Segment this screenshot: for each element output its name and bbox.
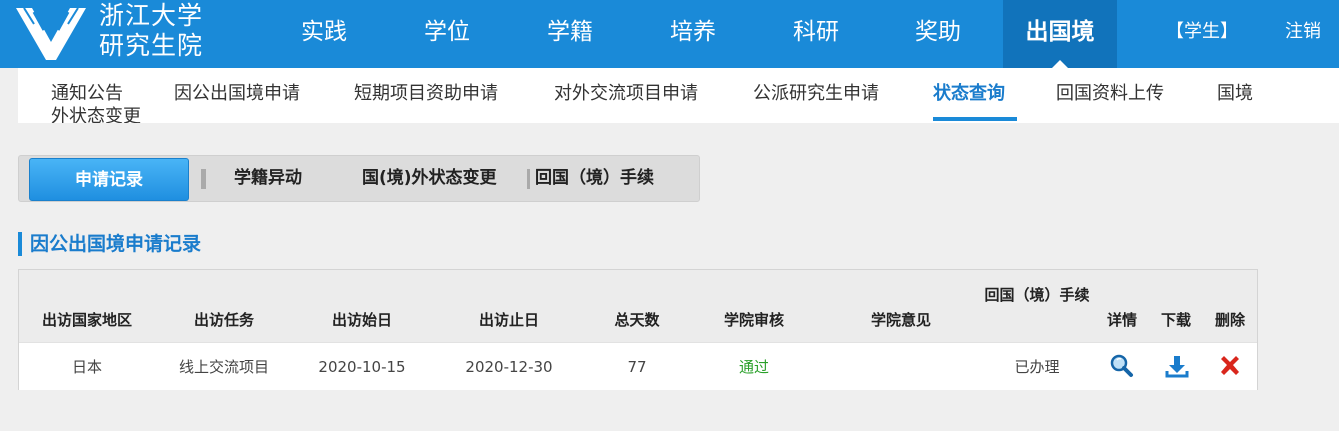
- header-total-days: 总天数: [614, 311, 660, 329]
- cell-country: 日本: [71, 358, 102, 376]
- nav-abroad-label: 出国境: [1025, 19, 1095, 45]
- table-header: 出访国家地区 出访任务 出访始日 出访止日 总天数 学院审核 学院意见 回国（境…: [19, 270, 1257, 342]
- close-icon[interactable]: [1217, 353, 1243, 379]
- nav-degree[interactable]: 学位: [405, 0, 489, 68]
- table-row: 日本 线上交流项目 2020-10-15 2020-12-30 77 通过 已办…: [19, 342, 1257, 390]
- nav-abroad[interactable]: 出国境: [1003, 0, 1117, 68]
- sub-navbar: 通知公告 因公出国境申请 短期项目资助申请 对外交流项目申请 公派研究生申请 状…: [18, 68, 1339, 123]
- tab-enrollment-change[interactable]: 学籍异动: [234, 156, 302, 201]
- section-title: 因公出国境申请记录: [30, 233, 202, 255]
- logo-line-1: 浙江大学: [99, 1, 204, 30]
- subnav-return-upload[interactable]: 回国资料上传: [1056, 82, 1164, 106]
- records-table: 出访国家地区 出访任务 出访始日 出访止日 总天数 学院审核 学院意见 回国（境…: [18, 269, 1258, 390]
- subnav-short-term-funding[interactable]: 短期项目资助申请: [354, 82, 498, 106]
- subnav-public-funded[interactable]: 公派研究生申请: [753, 82, 879, 106]
- subnav-active-underline: [933, 117, 1017, 121]
- subnav-status-change[interactable]: 外状态变更: [51, 106, 141, 123]
- download-icon[interactable]: [1164, 353, 1190, 379]
- record-tabs: 申请记录 学籍异动 国(境)外状态变更 回国（境）手续: [18, 155, 700, 202]
- logout-link[interactable]: 注销: [1285, 0, 1321, 64]
- cell-task: 线上交流项目: [178, 358, 269, 376]
- search-icon[interactable]: [1109, 353, 1135, 379]
- header-download: 下载: [1160, 311, 1191, 329]
- header-task: 出访任务: [193, 311, 254, 329]
- header-return-procedures: 回国（境）手续: [984, 286, 1090, 304]
- nav-aid[interactable]: 奖助: [896, 0, 980, 68]
- subnav-abroad-application[interactable]: 因公出国境申请: [174, 82, 300, 106]
- top-navbar: 浙江大学 研究生院 实践 学位 学籍 培养 科研 奖助 出国境 【学生】 注销: [0, 0, 1339, 68]
- tab-return-procedures[interactable]: 回国（境）手续: [535, 156, 654, 201]
- tab-application-records[interactable]: 申请记录: [29, 158, 189, 201]
- subnav-notice[interactable]: 通知公告: [51, 82, 123, 106]
- header-college-review: 学院审核: [723, 311, 784, 329]
- cell-college-opinion: [849, 343, 953, 391]
- header-delete: 删除: [1214, 311, 1245, 329]
- tab-divider: [527, 169, 530, 189]
- header-start-date: 出访始日: [331, 311, 392, 329]
- tab-abroad-status-change[interactable]: 国(境)外状态变更: [362, 156, 497, 201]
- section-accent-bar: [18, 232, 22, 256]
- cell-college-review: 通过: [738, 358, 769, 376]
- site-logo-text[interactable]: 浙江大学 研究生院: [99, 1, 203, 61]
- nav-research[interactable]: 科研: [774, 0, 858, 68]
- cell-return-status: 已办理: [1014, 358, 1060, 376]
- header-country: 出访国家地区: [41, 311, 132, 329]
- tab-divider: [201, 169, 206, 189]
- subnav-status-query[interactable]: 状态查询: [933, 82, 1005, 106]
- cell-end-date: 2020-12-30: [465, 358, 553, 376]
- nav-status[interactable]: 学籍: [528, 0, 612, 68]
- nav-practice[interactable]: 实践: [282, 0, 366, 68]
- active-caret-icon: [1052, 60, 1068, 68]
- user-role: 【学生】: [1166, 21, 1238, 42]
- header-end-date: 出访止日: [478, 311, 539, 329]
- zju-logo-icon: [16, 7, 86, 60]
- header-details: 详情: [1106, 311, 1137, 329]
- subnav-border[interactable]: 国境: [1217, 82, 1253, 106]
- logo-line-2: 研究生院: [99, 31, 204, 60]
- nav-training[interactable]: 培养: [651, 0, 735, 68]
- cell-start-date: 2020-10-15: [318, 358, 406, 376]
- subnav-exchange-application[interactable]: 对外交流项目申请: [554, 82, 698, 106]
- cell-total-days: 77: [627, 358, 647, 376]
- header-college-opinion: 学院意见: [870, 311, 931, 329]
